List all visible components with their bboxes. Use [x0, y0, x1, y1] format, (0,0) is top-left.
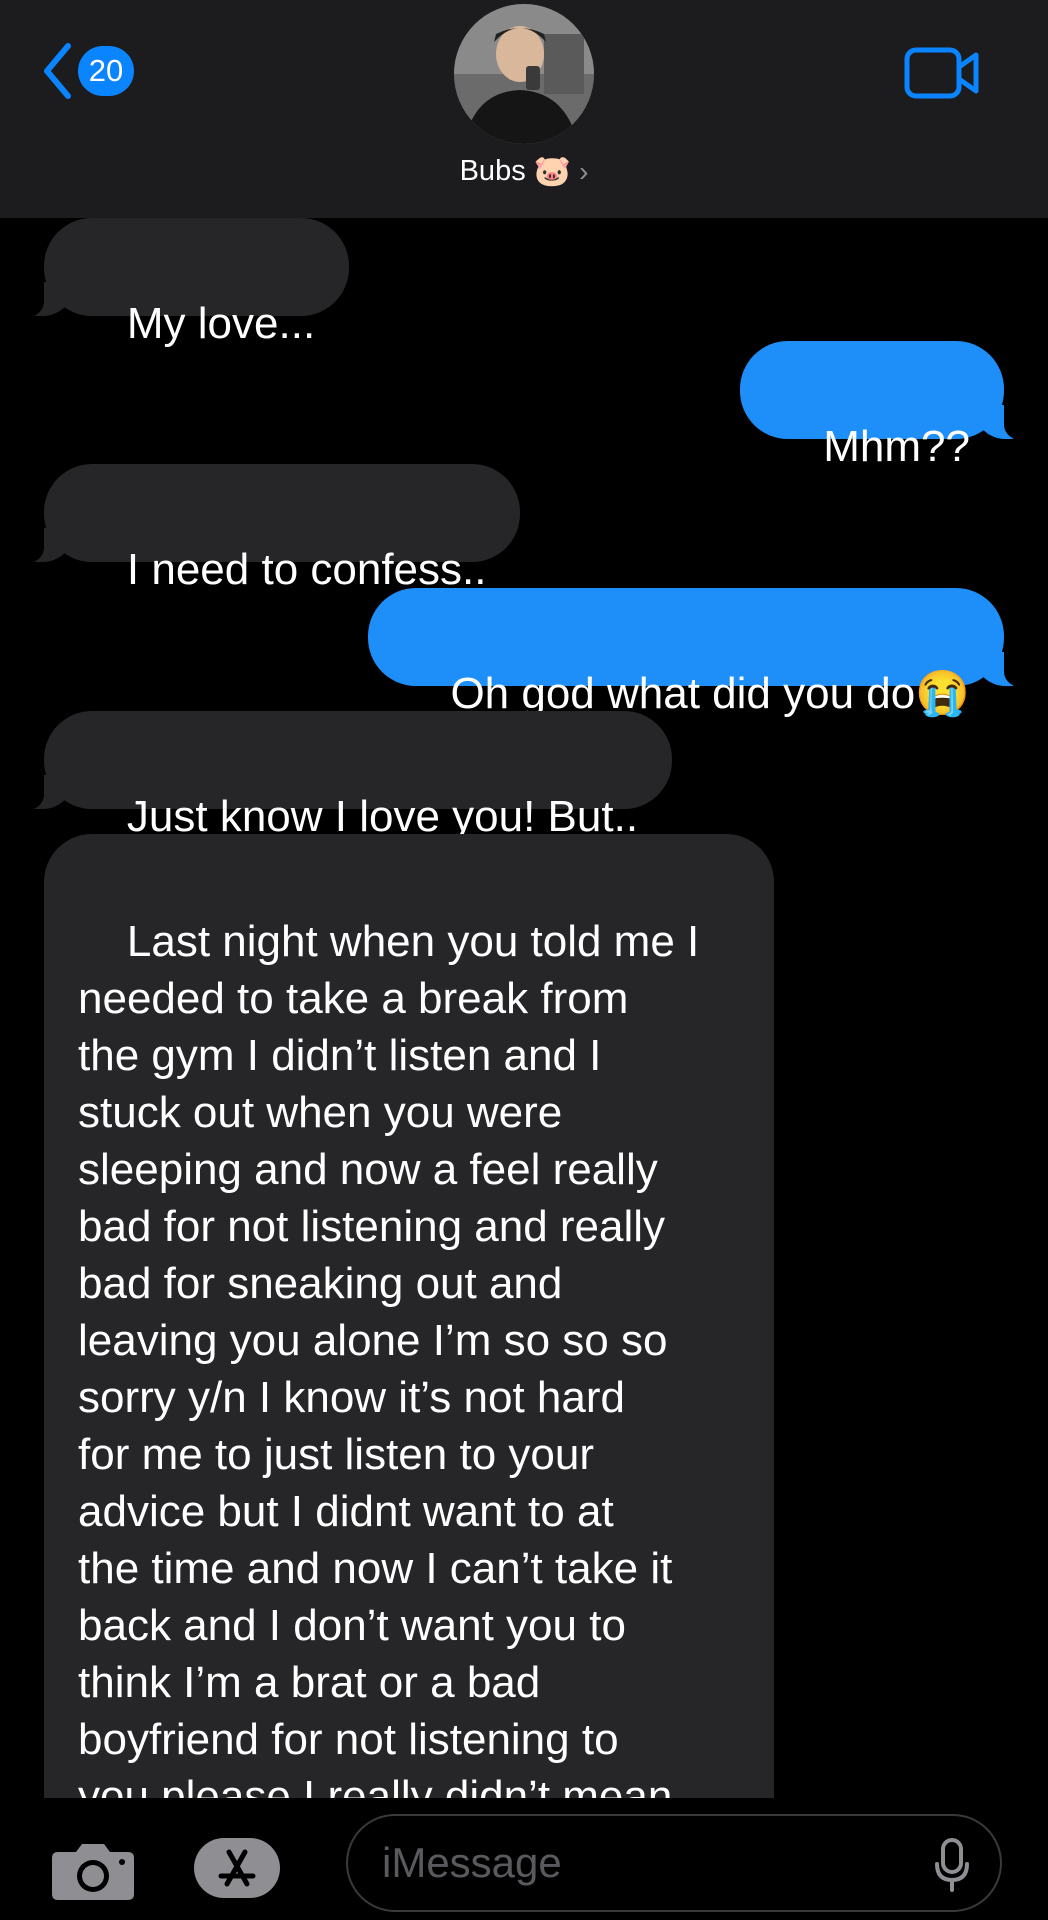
message-text: I need to confess..	[126, 545, 487, 594]
contact-avatar[interactable]	[454, 4, 594, 144]
camera-icon	[52, 1844, 134, 1900]
video-camera-icon	[904, 47, 979, 99]
message-bubble-incoming[interactable]: My love...	[13, 218, 350, 348]
message-bubble-incoming[interactable]: Last night when you told me I needed to …	[44, 834, 774, 1798]
message-thread[interactable]: My love... Mhm?? I need to confess.. Oh …	[0, 218, 1048, 1798]
message-text: Last night when you told me I needed to …	[78, 917, 700, 1798]
camera-button[interactable]	[50, 1840, 136, 1907]
pig-emoji: 🐷	[533, 155, 572, 188]
conversation-header: 20 Bubs 🐷 ›	[0, 0, 1048, 218]
chevron-right-icon: ›	[579, 155, 589, 187]
message-text: Mhm??	[823, 422, 970, 471]
message-bubble-outgoing[interactable]: Mhm??	[740, 341, 1034, 471]
unread-count-badge: 20	[78, 46, 134, 96]
contact-name: Bubs	[459, 155, 526, 187]
microphone-icon	[935, 1838, 969, 1892]
chevron-left-icon	[44, 43, 71, 99]
app-store-button[interactable]	[194, 1838, 280, 1898]
app-store-icon	[218, 1849, 256, 1887]
back-button[interactable]: 20	[42, 42, 134, 100]
message-bubble-incoming[interactable]: Just know I love you! But..	[13, 711, 673, 841]
message-text: My love...	[126, 299, 316, 348]
composer-bar: iMessage	[0, 1798, 1048, 1920]
input-placeholder: iMessage	[382, 1839, 562, 1886]
imessage-input[interactable]: iMessage	[346, 1814, 1002, 1912]
avatar-photo	[454, 4, 594, 144]
facetime-button[interactable]	[904, 47, 980, 104]
message-bubble-incoming[interactable]: I need to confess..	[13, 464, 521, 594]
message-bubble-outgoing[interactable]: Oh god what did you do😭	[367, 588, 1035, 718]
dictation-button[interactable]	[934, 1838, 970, 1899]
contact-name-row[interactable]: Bubs 🐷 ›	[0, 154, 1048, 189]
